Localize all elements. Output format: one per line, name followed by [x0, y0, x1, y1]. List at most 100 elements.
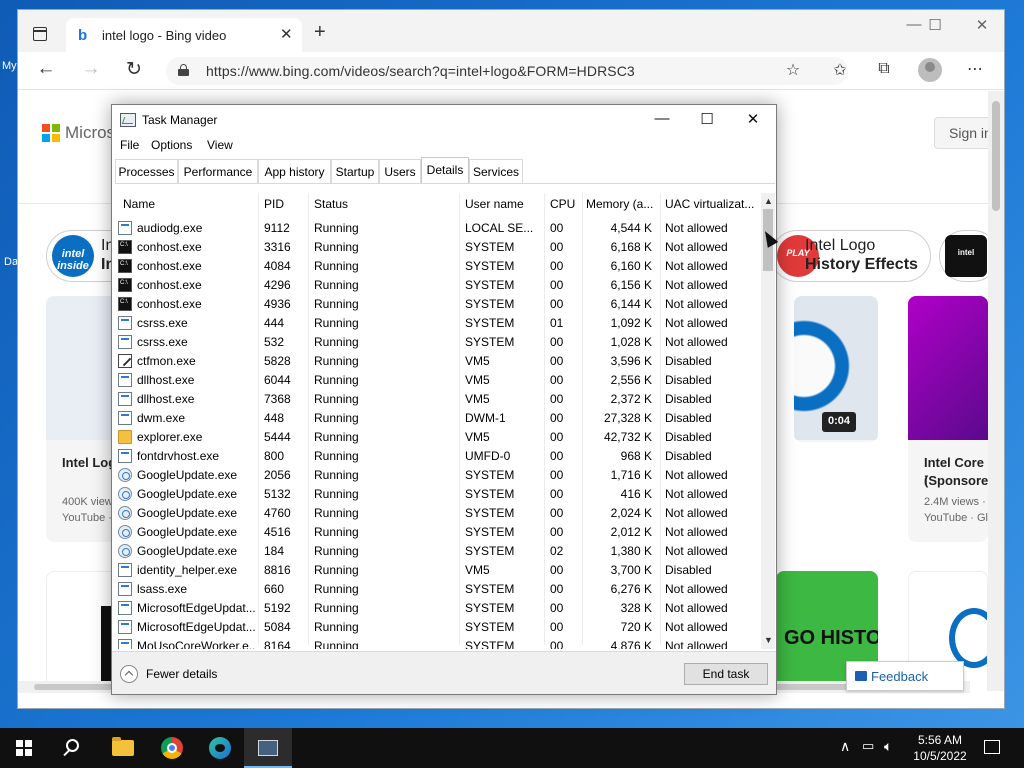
fewer-details-link[interactable]: Fewer details — [146, 667, 217, 681]
video-card[interactable]: 0:04 — [794, 296, 878, 442]
process-pid: 8164 — [264, 639, 291, 649]
scroll-down-icon[interactable]: ▼ — [764, 635, 773, 645]
process-uac: Not allowed — [665, 297, 728, 311]
favorites-icon[interactable]: ✩ — [827, 60, 853, 80]
feedback-button[interactable]: Feedback — [846, 661, 964, 691]
tab-performance[interactable]: Performance — [178, 159, 258, 183]
tab-app-history[interactable]: App history — [258, 159, 331, 183]
table-row[interactable]: MicrosoftEdgeUpdat... 5192 Running SYSTEM 00… — [115, 599, 761, 618]
end-task-button[interactable]: End task — [684, 663, 768, 685]
menu-view[interactable]: View — [207, 138, 233, 152]
table-row[interactable]: conhost.exe 3316 Running SYSTEM 00 6,168 K Not… — [115, 238, 761, 257]
tm-close-button[interactable]: ✕ — [733, 110, 773, 128]
new-tab-button[interactable]: + — [314, 21, 326, 44]
process-icon — [118, 221, 132, 235]
lock-icon[interactable] — [178, 64, 189, 76]
table-body: audiodg.exe 9112 Running LOCAL SE... 00 4,544… — [115, 219, 761, 649]
column-header-user[interactable]: User name — [465, 197, 541, 211]
table-row[interactable]: GoogleUpdate.exe 4516 Running SYSTEM 00 2,012… — [115, 523, 761, 542]
process-name: identity_helper.exe — [137, 563, 238, 577]
network-icon[interactable]: ▭ — [862, 738, 874, 754]
table-row[interactable]: GoogleUpdate.exe 2056 Running SYSTEM 00 1,716… — [115, 466, 761, 485]
tab-processes[interactable]: Processes — [115, 159, 178, 183]
edge-icon[interactable] — [209, 737, 231, 759]
profile-avatar[interactable] — [918, 58, 942, 82]
tab-details[interactable]: Details — [421, 157, 469, 183]
process-status: Running — [314, 582, 359, 596]
table-row[interactable]: fontdrvhost.exe 800 Running UMFD-0 00 968 K Di… — [115, 447, 761, 466]
menu-file[interactable]: File — [120, 138, 139, 152]
tab-startup[interactable]: Startup — [331, 159, 379, 183]
process-memory: 416 K — [620, 487, 652, 501]
table-row[interactable]: explorer.exe 5444 Running VM5 00 42,732 K Disa… — [115, 428, 761, 447]
column-header-pid[interactable]: PID — [264, 197, 309, 211]
table-row[interactable]: csrss.exe 532 Running SYSTEM 00 1,028 K Not al… — [115, 333, 761, 352]
table-row[interactable]: audiodg.exe 9112 Running LOCAL SE... 00 4,544… — [115, 219, 761, 238]
browser-tab[interactable]: b intel logo - Bing video ✕ — [66, 18, 302, 52]
process-memory: 27,328 K — [603, 411, 652, 425]
menu-options[interactable]: Options — [151, 138, 192, 152]
video-card[interactable]: Intel Core i (Sponsored 2.4M views · You… — [908, 296, 988, 542]
table-row[interactable]: GoogleUpdate.exe 5132 Running SYSTEM 00 416 K… — [115, 485, 761, 504]
tab-users[interactable]: Users — [379, 159, 421, 183]
chrome-icon[interactable] — [161, 737, 183, 759]
back-arrow-icon[interactable]: ← — [33, 58, 59, 80]
process-cpu: 00 — [550, 639, 564, 649]
collections-icon[interactable]: ⧉ — [871, 60, 897, 78]
windows-start-icon[interactable] — [16, 740, 32, 756]
url-text[interactable]: https://www.bing.com/videos/search?q=int… — [206, 63, 635, 79]
table-row[interactable]: GoogleUpdate.exe 184 Running SYSTEM 02 1,380 … — [115, 542, 761, 561]
system-clock[interactable]: 5:56 AM 10/5/2022 — [900, 732, 980, 764]
address-bar[interactable]: https://www.bing.com/videos/search?q=int… — [166, 57, 848, 85]
search-icon[interactable] — [66, 739, 79, 752]
process-icon — [118, 335, 132, 349]
tm-maximize-button[interactable]: ☐ — [687, 110, 727, 128]
tab-close-icon[interactable]: ✕ — [280, 25, 293, 43]
table-row[interactable]: dllhost.exe 6044 Running VM5 00 2,556 K Disabl… — [115, 371, 761, 390]
video-title[interactable]: Intel Log — [62, 454, 116, 472]
show-hidden-icons-icon[interactable]: ∧ — [840, 738, 850, 755]
notifications-icon[interactable] — [984, 740, 1000, 754]
table-row[interactable]: identity_helper.exe 8816 Running VM5 00 3,700… — [115, 561, 761, 580]
column-header-status[interactable]: Status — [314, 197, 454, 211]
process-memory: 4,876 K — [610, 639, 652, 649]
column-header-uac[interactable]: UAC virtualizat... — [665, 197, 761, 211]
related-search-pill-core[interactable]: intel — [939, 230, 988, 282]
table-row[interactable]: dwm.exe 448 Running DWM-1 00 27,328 K Disabled — [115, 409, 761, 428]
column-header-name[interactable]: Name — [123, 197, 253, 211]
tm-scrollbar[interactable]: ▲ ▼ — [761, 193, 775, 649]
add-favorite-icon[interactable]: ☆ — [780, 60, 806, 80]
chevron-up-icon[interactable] — [120, 665, 138, 683]
forward-arrow-icon[interactable]: → — [78, 58, 104, 80]
scroll-up-icon[interactable]: ▲ — [764, 196, 773, 206]
tm-footer: Fewer details End task — [112, 651, 776, 694]
table-row[interactable]: csrss.exe 444 Running SYSTEM 01 1,092 K Not al… — [115, 314, 761, 333]
more-options-icon[interactable]: ⋯ — [962, 59, 988, 79]
table-row[interactable]: conhost.exe 4296 Running SYSTEM 00 6,156 K Not… — [115, 276, 761, 295]
table-row[interactable]: MicrosoftEdgeUpdat... 5084 Running SYSTEM 00… — [115, 618, 761, 637]
microsoft-logo-icon[interactable] — [42, 124, 60, 142]
video-thumbnail[interactable] — [908, 296, 988, 440]
tm-minimize-button[interactable]: — — [642, 110, 682, 127]
table-row[interactable]: conhost.exe 4936 Running SYSTEM 00 6,144 K Not… — [115, 295, 761, 314]
browser-maximize-button[interactable]: ☐ — [915, 16, 955, 34]
table-row[interactable]: MoUsoCoreWorker.e... 8164 Running SYSTEM 00 4… — [115, 637, 761, 649]
file-explorer-icon[interactable] — [112, 737, 134, 756]
tab-actions-icon[interactable] — [33, 27, 47, 41]
column-header-memory[interactable]: Memory (a... — [586, 197, 660, 211]
process-icon — [118, 373, 132, 387]
refresh-icon[interactable]: ↻ — [121, 58, 147, 81]
table-row[interactable]: ctfmon.exe 5828 Running VM5 00 3,596 K Disable… — [115, 352, 761, 371]
related-search-pill-history[interactable]: PLAY Intel Logo History Effects — [771, 230, 931, 282]
browser-close-button[interactable]: ✕ — [962, 16, 1002, 34]
table-row[interactable]: dllhost.exe 7368 Running VM5 00 2,372 K Disabl… — [115, 390, 761, 409]
process-name: MicrosoftEdgeUpdat... — [137, 620, 255, 634]
table-row[interactable]: GoogleUpdate.exe 4760 Running SYSTEM 00 2,024… — [115, 504, 761, 523]
column-header-cpu[interactable]: CPU — [550, 197, 582, 211]
sign-in-button[interactable]: Sign in — [934, 117, 988, 149]
table-row[interactable]: lsass.exe 660 Running SYSTEM 00 6,276 K Not al… — [115, 580, 761, 599]
tab-services[interactable]: Services — [469, 159, 523, 183]
page-scrollbar[interactable] — [988, 91, 1004, 691]
table-row[interactable]: conhost.exe 4084 Running SYSTEM 00 6,160 K Not… — [115, 257, 761, 276]
volume-icon[interactable]: 🔈︎ — [884, 738, 892, 755]
